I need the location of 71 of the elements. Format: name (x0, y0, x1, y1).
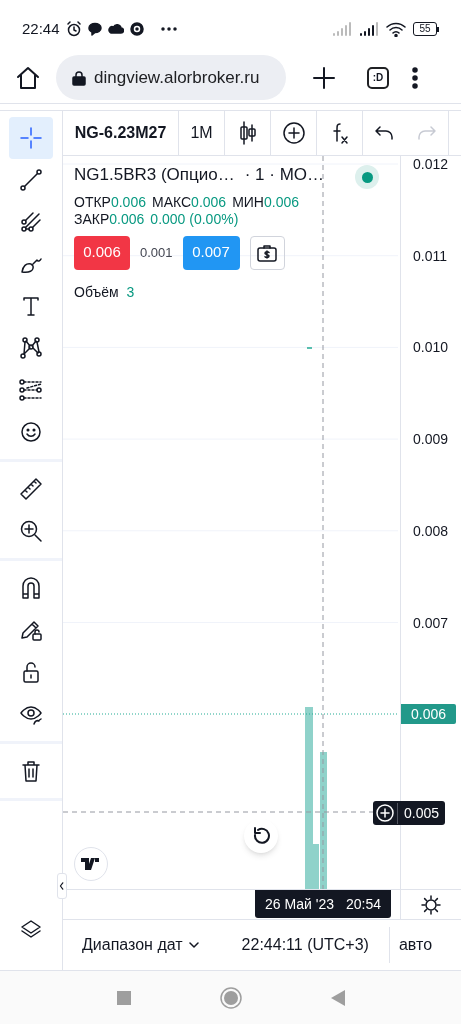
home-button-icon[interactable] (219, 986, 242, 1009)
pitchfork-icon (19, 210, 43, 234)
candlestick-icon (237, 121, 258, 145)
recents-icon[interactable] (115, 989, 132, 1006)
price-label: 0.008 (413, 522, 449, 539)
reset-chart-button[interactable] (244, 819, 278, 853)
symbol-button[interactable]: NG-6.23M27 (63, 111, 179, 155)
magnet-icon (19, 576, 43, 600)
back-icon[interactable] (329, 988, 346, 1007)
crosshair-time: 20:54 (346, 894, 382, 914)
date-range-button[interactable]: Диапазон дат (82, 933, 199, 957)
cloud-icon (107, 23, 124, 35)
ohlc-value: МАКС0.006 (152, 193, 227, 211)
market-status-icon (355, 165, 379, 189)
browser-logo-icon (129, 22, 144, 36)
settings-icon[interactable] (421, 894, 441, 915)
ruler-icon (19, 477, 43, 501)
crosshair-icon (19, 126, 43, 150)
crosshair-price-label: 0.005 (397, 802, 446, 824)
chevron-down-icon (188, 942, 199, 948)
address-bar[interactable]: dingview.alorbroker.ru (56, 55, 286, 100)
auto-scale-button[interactable]: авто (388, 927, 433, 963)
add-alert-plus-icon[interactable] (376, 804, 394, 822)
collapse-handle-icon[interactable] (57, 873, 67, 899)
battery-level: 55 (413, 22, 437, 36)
volume-value: 3 (126, 282, 135, 302)
pencil-lock-icon (19, 618, 43, 642)
price-label: 0.012 (413, 156, 449, 172)
briefcase-dollar-icon (257, 243, 278, 262)
menu-icon[interactable] (412, 66, 418, 89)
more-dots-icon (159, 26, 178, 32)
trash-icon (19, 759, 43, 783)
chat-bubble-icon (87, 22, 102, 36)
alarm-clock-icon (65, 21, 82, 37)
new-tab-icon[interactable] (313, 66, 335, 89)
ohlc-value: МИН0.006 (232, 193, 300, 211)
interval-button[interactable]: 1M (179, 111, 225, 155)
undo-icon[interactable] (374, 125, 395, 141)
last-price-badge: 0.006 (401, 704, 456, 724)
smiley-icon (19, 420, 43, 444)
forecast-icon (19, 378, 43, 402)
price-label: 0.009 (413, 431, 449, 448)
price-tick-mark (306, 347, 313, 349)
instrument-meta: · 1 · МО… (244, 164, 325, 186)
instrument-title: NG1.5BR3 (Опцио… (74, 164, 235, 186)
logo-icon (74, 847, 108, 881)
volume-label: Объём (74, 282, 119, 302)
clock-text[interactable]: 22:44:11 (UTC+3) (241, 933, 369, 957)
ohlc-value: ЗАКР0.006 (74, 210, 145, 228)
sell-button[interactable]: 0.006 (74, 235, 130, 270)
price-label: 0.010 (413, 339, 449, 356)
wifi-icon (386, 21, 406, 37)
crosshair-date: 26 Май '23 (265, 894, 335, 914)
trend-line-icon (19, 168, 43, 192)
lock-icon (72, 69, 86, 86)
pattern-icon (19, 336, 43, 360)
price-label: 0.011 (413, 247, 447, 264)
spread-value: 0.001 (140, 243, 173, 262)
price-change: 0.000 (0.00%) (150, 210, 239, 228)
plus-circle-icon (281, 121, 306, 145)
url-text: dingview.alorbroker.ru (94, 66, 260, 89)
ohlc-value: ОТКР0.006 (74, 193, 146, 211)
signal-icon (359, 22, 379, 36)
signal-icon (332, 22, 352, 36)
status-time: 22:44 (22, 18, 60, 39)
tab-switcher-button[interactable]: :D (367, 66, 389, 89)
price-label: 0.007 (413, 614, 449, 631)
home-icon[interactable] (15, 64, 41, 91)
zoom-in-icon (19, 519, 43, 543)
rotate-icon (251, 826, 271, 846)
trade-button[interactable] (249, 235, 285, 270)
